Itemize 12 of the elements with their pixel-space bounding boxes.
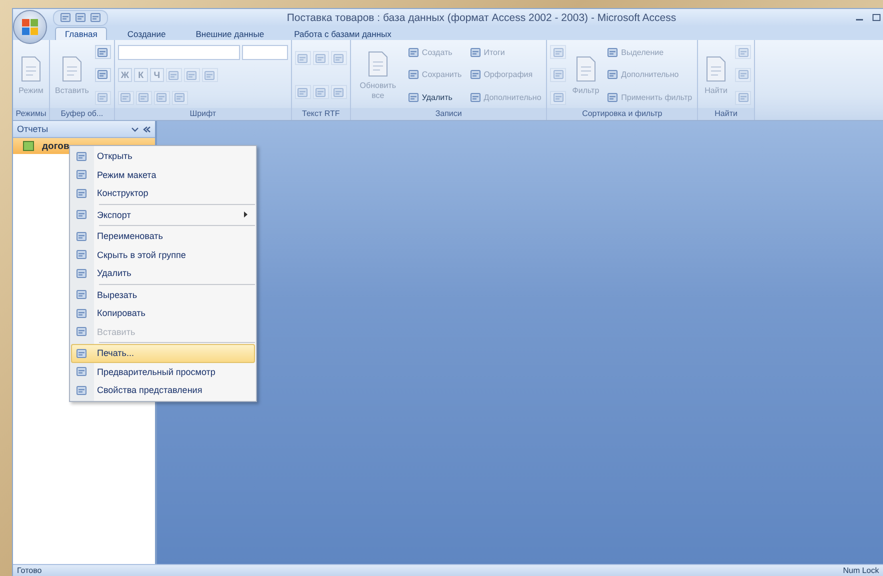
pane-title: Отчеты (17, 124, 50, 134)
window-title: Поставка товаров : база данных (формат Access 2002 - 2003) - Microsoft Access (286, 12, 678, 24)
group-label: Найти (698, 108, 754, 120)
group-label: Буфер об... (50, 108, 114, 120)
group-label: Записи (350, 108, 546, 120)
group-label: Режимы (13, 108, 49, 120)
group-label: Сортировка и фильтр (547, 108, 698, 120)
status-text: Готово (17, 566, 42, 575)
report-name: догов (42, 140, 70, 152)
group-label: Шрифт (114, 108, 291, 120)
num-lock-indicator: Num Lock (842, 566, 879, 575)
group-label: Текст RTF (292, 108, 350, 120)
